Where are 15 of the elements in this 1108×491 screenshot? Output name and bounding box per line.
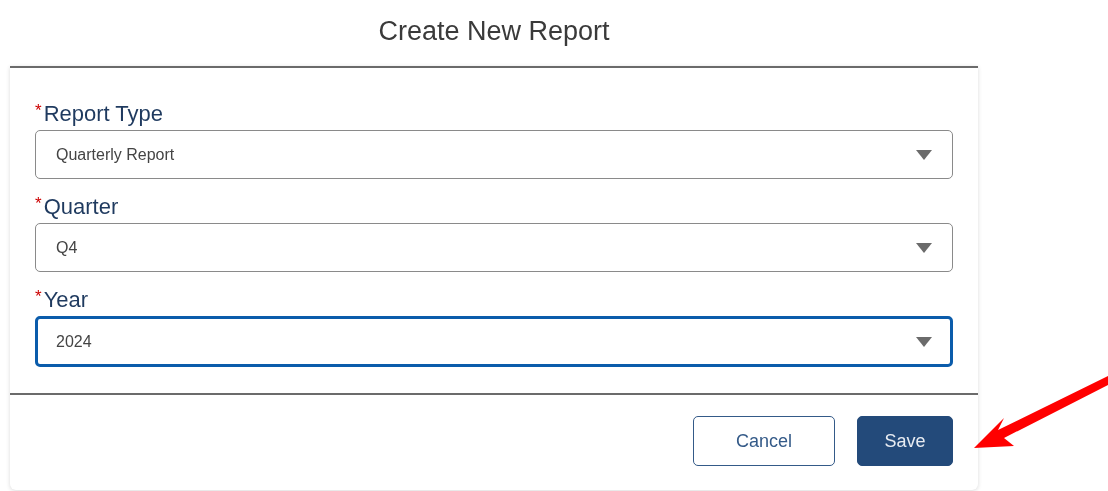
cancel-button[interactable]: Cancel xyxy=(693,416,835,466)
caret-icon xyxy=(916,336,932,347)
dropdown-field[interactable]: 2024 xyxy=(35,316,953,367)
field-label: Quarter xyxy=(43,194,119,220)
field-label: Year xyxy=(43,287,89,313)
required-asterisk: * xyxy=(35,288,42,305)
dialog-title: Create New Report xyxy=(378,14,610,48)
save-button[interactable]: Save xyxy=(857,416,953,466)
caret-icon xyxy=(916,242,932,253)
caret-icon xyxy=(916,149,932,160)
dropdown-field[interactable]: Quarterly Report xyxy=(35,130,953,179)
dropdown-field[interactable]: Q4 xyxy=(35,223,953,272)
required-asterisk: * xyxy=(35,102,42,119)
field-label: Report Type xyxy=(43,101,164,127)
required-asterisk: * xyxy=(35,195,42,212)
